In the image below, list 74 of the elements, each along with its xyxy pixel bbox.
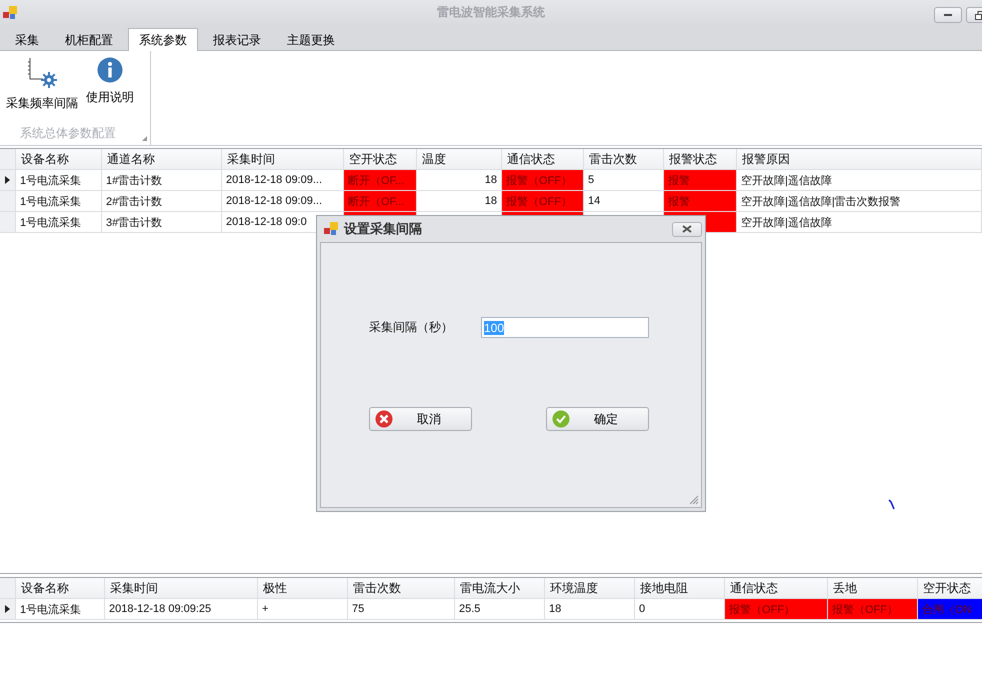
table-cell: 空开故障|遥信故障|雷击次数报警 bbox=[737, 191, 982, 211]
column-header[interactable]: 雷击次数 bbox=[348, 578, 455, 598]
column-header[interactable]: 环境温度 bbox=[545, 578, 635, 598]
table-cell: 1号电流采集 bbox=[16, 191, 102, 211]
status-cell: 合闸（ON bbox=[918, 599, 982, 619]
check-icon bbox=[552, 410, 570, 428]
table-cell: 2018-12-18 09:09:25 bbox=[105, 599, 258, 619]
table-cell: 1号电流采集 bbox=[16, 170, 102, 190]
table-cell: 18 bbox=[545, 599, 635, 619]
field-label: 采集间隔（秒） bbox=[369, 319, 453, 336]
table-cell: 空开故障|遥信故障 bbox=[737, 170, 982, 190]
window-title: 雷电波智能采集系统 bbox=[437, 4, 545, 21]
status-cell: 断开（OF... bbox=[344, 191, 417, 211]
column-header[interactable]: 极性 bbox=[258, 578, 348, 598]
ribbon-tab[interactable]: 报表记录 bbox=[202, 29, 272, 50]
row-indicator[interactable] bbox=[0, 599, 16, 619]
column-header[interactable]: 空开状态 bbox=[344, 149, 417, 169]
current-row-icon bbox=[5, 176, 10, 184]
row-indicator[interactable] bbox=[0, 170, 16, 190]
restore-icon bbox=[975, 10, 982, 20]
cancel-icon bbox=[375, 410, 393, 428]
column-header[interactable]: 空开状态 bbox=[918, 578, 982, 598]
ribbon-button[interactable]: 使用说明 bbox=[86, 55, 134, 114]
close-icon bbox=[682, 225, 692, 233]
minimize-button[interactable] bbox=[934, 7, 962, 23]
column-header[interactable]: 采集时间 bbox=[105, 578, 258, 598]
cursor-mark-icon bbox=[888, 499, 896, 511]
dialog-title: 设置采集间隔 bbox=[344, 220, 422, 238]
column-header[interactable]: 设备名称 bbox=[16, 149, 102, 169]
status-cell: 报警 bbox=[664, 191, 737, 211]
info-icon bbox=[97, 57, 123, 83]
column-header[interactable]: 接地电阻 bbox=[635, 578, 725, 598]
column-header[interactable]: 采集时间 bbox=[222, 149, 344, 169]
status-cell: 报警（OFF） bbox=[502, 191, 584, 211]
table-cell: 1号电流采集 bbox=[16, 599, 105, 619]
status-cell: 报警（OFF） bbox=[828, 599, 918, 619]
close-button[interactable] bbox=[672, 222, 702, 236]
app-icon bbox=[3, 6, 17, 20]
column-header[interactable]: 雷击次数 bbox=[584, 149, 664, 169]
ribbon-tab[interactable]: 机柜配置 bbox=[54, 29, 124, 50]
table-cell: + bbox=[258, 599, 348, 619]
column-header[interactable]: 通信状态 bbox=[725, 578, 828, 598]
ribbon-tab[interactable]: 采集 bbox=[4, 29, 50, 50]
column-header[interactable]: 报警原因 bbox=[737, 149, 982, 169]
status-cell: 断开（OF... bbox=[344, 170, 417, 190]
table-cell: 75 bbox=[348, 599, 455, 619]
status-cell: 报警（OFF） bbox=[725, 599, 828, 619]
app-icon bbox=[324, 222, 338, 236]
column-header[interactable]: 温度 bbox=[417, 149, 502, 169]
table-cell: 1#雷击计数 bbox=[102, 170, 222, 190]
column-header[interactable]: 通道名称 bbox=[102, 149, 222, 169]
column-header[interactable]: 丢地 bbox=[828, 578, 918, 598]
minimize-icon bbox=[944, 14, 952, 16]
group-label: 系统总体参数配置 bbox=[20, 126, 116, 140]
table-cell: 空开故障|遥信故障 bbox=[737, 212, 982, 232]
column-header[interactable]: 设备名称 bbox=[16, 578, 105, 598]
status-cell: 报警 bbox=[664, 170, 737, 190]
table-cell: 1号电流采集 bbox=[16, 212, 102, 232]
current-row-icon bbox=[5, 605, 10, 613]
dialog-launcher-icon[interactable] bbox=[142, 136, 147, 141]
column-header[interactable]: 报警状态 bbox=[664, 149, 737, 169]
table-cell: 3#雷击计数 bbox=[102, 212, 222, 232]
confirm-button[interactable]: 确定 bbox=[546, 407, 649, 431]
column-header[interactable]: 雷电流大小 bbox=[455, 578, 545, 598]
cancel-button[interactable]: 取消 bbox=[369, 407, 472, 431]
ribbon-button[interactable]: 采集频率间隔 bbox=[6, 55, 78, 114]
status-cell: 报警（OFF） bbox=[502, 170, 584, 190]
resize-grip-icon[interactable] bbox=[689, 495, 699, 505]
table-cell: 2#雷击计数 bbox=[102, 191, 222, 211]
ribbon-tab[interactable]: 主题更换 bbox=[276, 29, 346, 50]
gear-chart-icon bbox=[27, 57, 57, 89]
table-cell: 25.5 bbox=[455, 599, 545, 619]
column-header[interactable]: 通信状态 bbox=[502, 149, 584, 169]
ribbon-tab[interactable]: 系统参数 bbox=[128, 28, 198, 51]
